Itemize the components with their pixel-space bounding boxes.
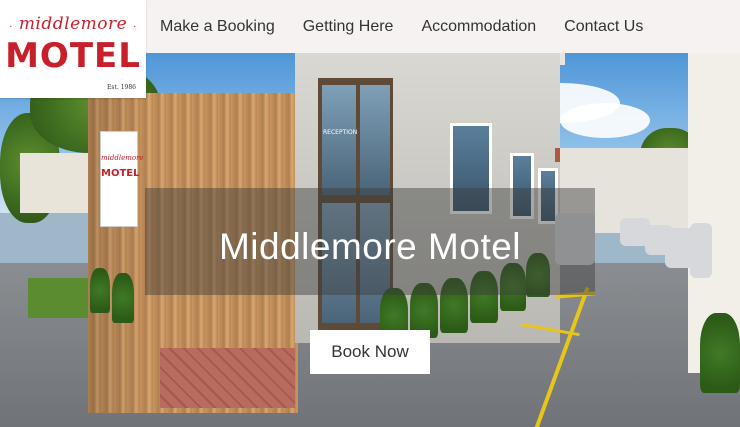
reception-label: RECEPTION	[323, 129, 358, 136]
nav-item-getting-here[interactable]: Getting Here	[289, 18, 408, 36]
nav-item-accommodation[interactable]: Accommodation	[407, 18, 550, 36]
motel-sign: middlemore MOTEL	[100, 131, 144, 227]
logo-main-text: MOTEL	[5, 36, 141, 76]
door-glass	[360, 85, 390, 195]
grass-patch	[28, 278, 93, 318]
parked-car	[690, 223, 712, 278]
hedge	[90, 268, 110, 313]
brick-path	[160, 348, 295, 408]
sign-main-text: MOTEL	[101, 168, 140, 179]
hero-title: Middlemore Motel	[218, 226, 522, 267]
sign-script-text: middlemore	[101, 154, 144, 162]
page: Make a Booking Getting Here Accommodatio…	[0, 0, 740, 427]
hedge	[700, 313, 740, 393]
cloud	[560, 103, 650, 138]
main-nav: Make a Booking Getting Here Accommodatio…	[146, 0, 657, 53]
logo-script-text: . middlemore .	[9, 14, 137, 34]
book-now-button[interactable]: Book Now	[310, 330, 430, 374]
nav-item-contact-us[interactable]: Contact Us	[550, 18, 657, 36]
logo-est-text: Est. 1986	[107, 84, 136, 91]
site-logo[interactable]: . middlemore . MOTEL Est. 1986	[0, 0, 146, 98]
hedge	[112, 273, 134, 323]
nav-item-make-a-booking[interactable]: Make a Booking	[146, 18, 289, 36]
neighbour-house	[20, 153, 90, 213]
